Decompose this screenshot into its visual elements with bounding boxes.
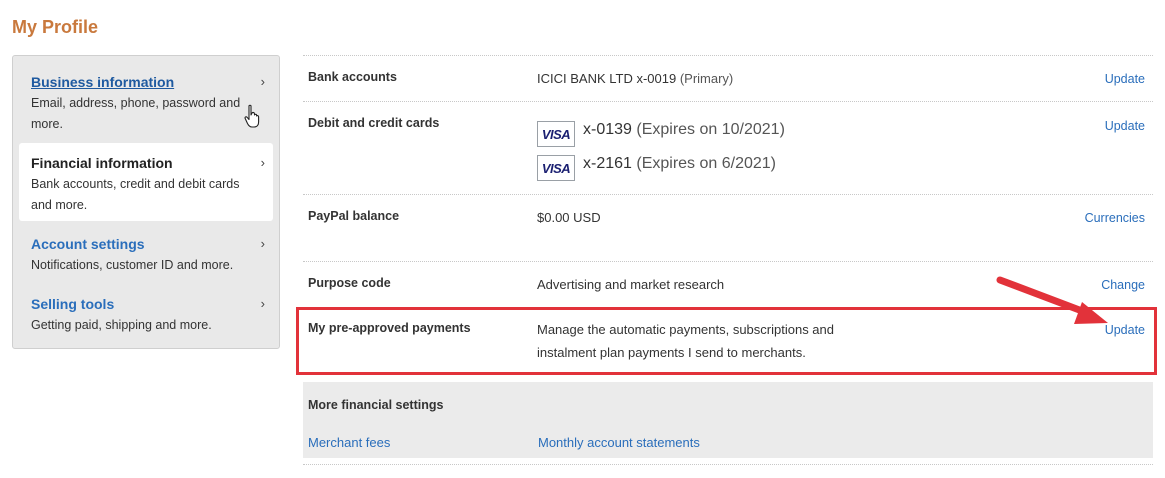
purpose-code-value: Advertising and market research xyxy=(537,277,725,292)
card-number: x-2161 (Expires on 6/2021) xyxy=(583,155,776,173)
currencies-link[interactable]: Currencies xyxy=(1085,211,1145,225)
red-arrow-annotation-icon xyxy=(996,276,1108,324)
bank-account-name: ICICI BANK LTD x-0019 xyxy=(537,71,677,86)
update-bank-link[interactable]: Update xyxy=(1105,72,1145,86)
chevron-right-icon: › xyxy=(260,296,265,311)
sidebar-item-account-settings[interactable]: Account settings Notifications, customer… xyxy=(19,224,273,280)
card-number: x-0139 (Expires on 10/2021) xyxy=(583,121,785,139)
card-expiry: (Expires on 6/2021) xyxy=(636,154,777,172)
chevron-right-icon: › xyxy=(260,236,265,251)
row-value: ICICI BANK LTD x-0019 (Primary) xyxy=(537,67,733,90)
row-label: PayPal balance xyxy=(308,209,400,223)
card-last-digits: x-2161 xyxy=(583,154,632,172)
page-title: My Profile xyxy=(12,17,99,37)
sidebar-item-description: Getting paid, shipping and more. xyxy=(31,318,212,332)
visa-card-icon: VISA xyxy=(537,155,575,181)
card-list: VISA x-0139 (Expires on 10/2021) VISA x-… xyxy=(537,117,785,185)
update-cards-link[interactable]: Update xyxy=(1105,119,1145,133)
chevron-right-icon: › xyxy=(260,155,265,170)
sidebar-item-description: Bank accounts, credit and debit cards an… xyxy=(31,177,240,212)
sidebar-item-title[interactable]: Account settings xyxy=(31,234,261,254)
hand-pointer-icon xyxy=(244,104,260,128)
row-label: Debit and credit cards xyxy=(308,116,440,130)
sidebar-item-business-information[interactable]: Business information Email, address, pho… xyxy=(19,62,273,138)
more-financial-settings: More financial settings Merchant fees Mo… xyxy=(303,382,1153,458)
monthly-statements-link[interactable]: Monthly account statements xyxy=(538,435,700,450)
sidebar-item-title[interactable]: Financial information xyxy=(31,153,261,173)
visa-card-icon: VISA xyxy=(537,121,575,147)
sidebar-item-description: Email, address, phone, password and more… xyxy=(31,96,241,131)
bank-accounts-row: Bank accounts ICICI BANK LTD x-0019 (Pri… xyxy=(303,55,1153,101)
card-item: VISA x-0139 (Expires on 10/2021) xyxy=(537,117,785,151)
sidebar-item-title[interactable]: Selling tools xyxy=(31,294,261,314)
sidebar-item-description: Notifications, customer ID and more. xyxy=(31,258,234,272)
card-expiry: (Expires on 10/2021) xyxy=(636,120,785,138)
card-item: VISA x-2161 (Expires on 6/2021) xyxy=(537,151,785,185)
divider xyxy=(303,464,1153,465)
paypal-balance-row: PayPal balance $0.00 USD Currencies xyxy=(303,194,1153,261)
balance-value: $0.00 USD xyxy=(537,210,601,225)
more-settings-title: More financial settings xyxy=(308,398,444,412)
row-label: Purpose code xyxy=(308,276,391,290)
primary-tag: (Primary) xyxy=(679,71,734,86)
sidebar-item-selling-tools[interactable]: Selling tools Getting paid, shipping and… xyxy=(19,284,273,340)
sidebar-item-financial-information[interactable]: Financial information Bank accounts, cre… xyxy=(19,143,273,221)
card-last-digits: x-0139 xyxy=(583,120,632,138)
chevron-right-icon: › xyxy=(260,74,265,89)
profile-sidebar: Business information Email, address, pho… xyxy=(12,55,280,349)
row-label: Bank accounts xyxy=(308,70,397,84)
merchant-fees-link[interactable]: Merchant fees xyxy=(308,435,390,450)
cards-row: Debit and credit cards VISA x-0139 (Expi… xyxy=(303,101,1153,194)
sidebar-item-title[interactable]: Business information xyxy=(31,72,261,92)
